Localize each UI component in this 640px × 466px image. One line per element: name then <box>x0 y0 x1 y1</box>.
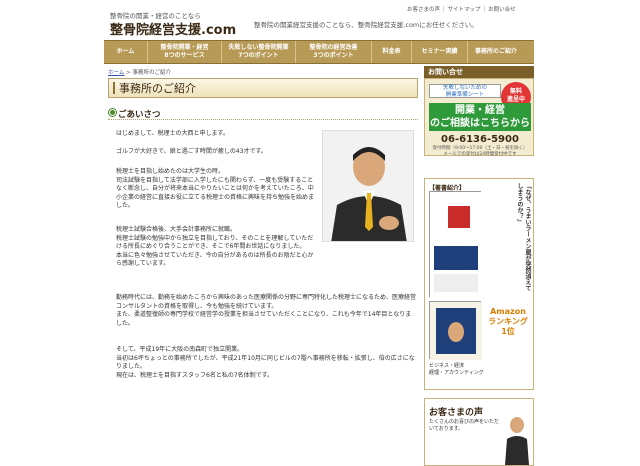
right-margin <box>534 0 640 400</box>
book-title: 「なぜ、うまいラーメン屋が突然消えてしまうのか？」 <box>516 183 531 291</box>
nav-fees[interactable]: 料金表 <box>372 41 412 63</box>
contact-banner[interactable]: 失敗しないための 開業準備シート 無料 進呈中 開業・経営 のご相談はこちらから… <box>424 78 534 157</box>
portrait-photo <box>322 130 414 242</box>
left-margin <box>0 0 104 400</box>
paragraph-5: 勤務時代には、勤務を始めたころから興味のあった医療関係の分野に専門特化した税理士… <box>116 294 417 327</box>
book-photo <box>429 301 482 360</box>
breadcrumb-home[interactable]: ホーム <box>108 70 124 76</box>
section-title: ごあいさつ <box>108 108 418 120</box>
phone-number: 06-6136-5900 <box>441 134 519 145</box>
voice-title: お客さまの声 <box>429 408 484 418</box>
main-content: 事務所のご紹介 ごあいさつ はじめまして、税理士の大西と申します。 ゴルフが大好… <box>108 78 418 379</box>
header-links: お客さまの声｜サイトマップ｜お問い合せ <box>407 7 516 13</box>
voice-text: たくさんのお喜びの声をいただいております。 <box>429 419 500 432</box>
site-logo[interactable]: 整骨院経営支援.com <box>110 19 236 38</box>
book-cover-image <box>429 191 482 298</box>
breadcrumb-current: 事務所のご紹介 <box>132 70 171 76</box>
sheet-label: 失敗しないための 開業準備シート <box>429 84 501 98</box>
person-icon <box>505 417 529 465</box>
section-title-text: ごあいさつ <box>118 110 161 120</box>
breadcrumb: ホーム > 事務所のご紹介 <box>108 68 171 76</box>
amazon-rank: Amazon ランキング 1位 <box>488 307 528 336</box>
book-banner[interactable]: 【著書紹介】 「なぜ、うまいラーメン屋が突然消えてしまうのか？」 Amazon … <box>424 178 534 390</box>
header-description: 整骨院の開業経営支援のことなら、整骨院経営支援.comにお任せください。 <box>254 21 478 29</box>
link-voice[interactable]: お客さまの声 <box>407 7 440 13</box>
link-contact[interactable]: お問い合せ <box>488 7 516 13</box>
nav-points[interactable]: 失敗しない整骨院開業 7つのポイント <box>222 41 296 63</box>
inquiry-heading: お問い合せ <box>424 66 534 78</box>
nav-office[interactable]: 事務所のご紹介 <box>468 41 524 63</box>
nav-seminar[interactable]: セミナー実績 <box>412 41 468 63</box>
bullet-icon <box>109 109 116 116</box>
nav-services[interactable]: 整骨院開業・経営 8つのサービス <box>148 41 222 63</box>
paragraph-4: 税理士試験合格後、大手会計事務所に就職。 税理士試験の勉強中から独立を目指してお… <box>116 226 314 268</box>
consult-button[interactable]: 開業・経営 のご相談はこちらから <box>429 103 531 131</box>
paragraph-6: そして、平成19年に大阪の南森町で独立開業。 当初は6坪ちょっとの事務所でしたが… <box>116 346 415 379</box>
page-wrapper: 整骨院の開業・経営のことなら 整骨院経営支援.com 整骨院の開業経営支援のこと… <box>104 0 534 466</box>
paragraph-3: 税理士を目指し始めたのは大学生の時。 司法試験を目指して法学部に入学したにも関わ… <box>116 168 315 210</box>
page-title: 事務所のご紹介 <box>108 78 418 98</box>
nav-home[interactable]: ホーム <box>104 41 148 63</box>
book-category: ビジネス・経済 経理・アカウンティング <box>429 363 484 376</box>
customer-voice-banner[interactable]: お客さまの声 たくさんのお喜びの声をいただいております。 <box>424 398 534 466</box>
nav-improve[interactable]: 整骨院の経営改善 3つのポイント <box>296 41 372 63</box>
site-header: 整骨院の開業・経営のことなら 整骨院経営支援.com 整骨院の開業経営支援のこと… <box>104 0 534 40</box>
link-sitemap[interactable]: サイトマップ <box>448 7 481 13</box>
global-nav: ホーム 整骨院開業・経営 8つのサービス 失敗しない整骨院開業 7つのポイント … <box>104 40 534 64</box>
business-hours: 受付時間（9:00～17:00（土・日・祝を除く） メールでの受付は24時間受付… <box>432 146 528 157</box>
paragraph-2: ゴルフが大好きで、娘と過ごす時間が癒しの43才です。 <box>116 148 267 155</box>
